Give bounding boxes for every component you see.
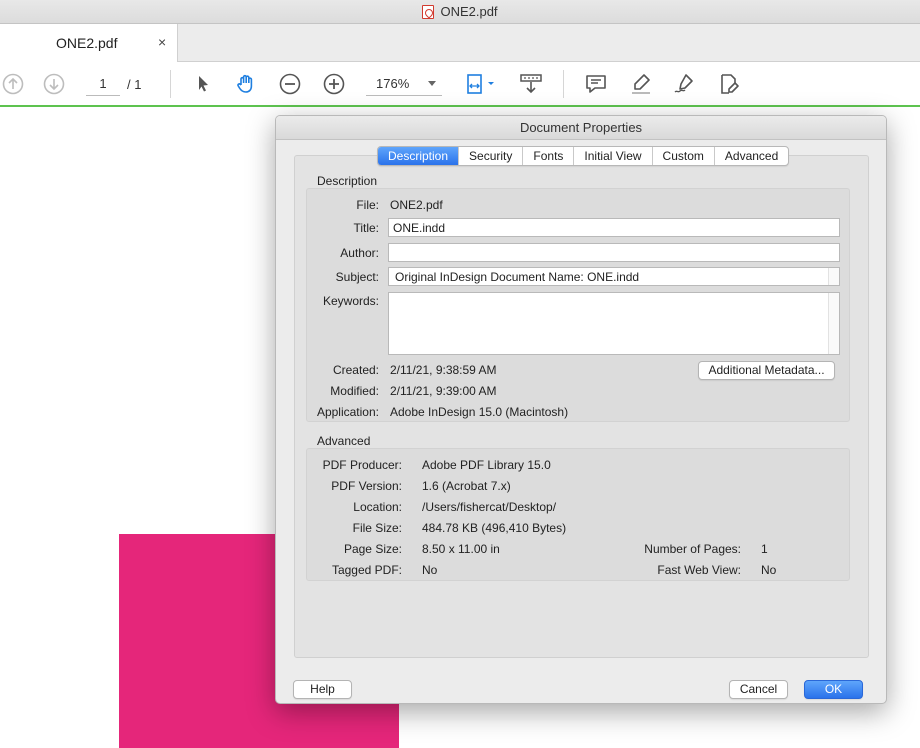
location-value: /Users/fishercat/Desktop/ (422, 500, 557, 514)
advanced-section-label: Advanced (317, 434, 371, 448)
location-label: Location: (353, 500, 402, 514)
author-label: Author: (340, 246, 379, 260)
created-label: Created: (332, 363, 379, 377)
subject-value: Original InDesign Document Name: ONE.ind… (395, 270, 640, 284)
fill-sign-icon[interactable] (716, 71, 742, 97)
tagged-pdf-label: Tagged PDF: (331, 563, 402, 577)
number-of-pages-label: Number of Pages: (644, 542, 741, 556)
tagged-pdf-value: No (422, 563, 438, 577)
tab-advanced[interactable]: Advanced (713, 147, 788, 165)
comment-icon[interactable] (583, 71, 609, 97)
author-field[interactable] (388, 243, 840, 262)
toolbar-divider (170, 70, 171, 98)
fast-web-view-label: Fast Web View: (657, 563, 741, 577)
application-value: Adobe InDesign 15.0 (Macintosh) (390, 405, 569, 419)
subject-label: Subject: (335, 270, 379, 284)
pdf-version-value: 1.6 (Acrobat 7.x) (422, 479, 511, 493)
title-label: Title: (353, 221, 379, 235)
subject-scrollbar[interactable] (828, 268, 839, 285)
fast-web-view-value: No (761, 563, 777, 577)
application-label: Application: (316, 405, 379, 419)
tab-security[interactable]: Security (458, 147, 522, 165)
pdf-producer-value: Adobe PDF Library 15.0 (422, 458, 551, 472)
document-tab-label: ONE2.pdf (56, 35, 118, 51)
zoom-out-icon[interactable] (277, 71, 303, 97)
tab-custom[interactable]: Custom (651, 147, 714, 165)
cancel-button[interactable]: Cancel (729, 680, 788, 699)
pdf-file-icon (422, 4, 435, 19)
tab-description[interactable]: Description (378, 147, 459, 165)
document-properties-dialog: Document Properties Description File: ON… (275, 115, 887, 704)
scrolling-mode-icon[interactable] (518, 71, 544, 97)
description-section-label: Description (317, 174, 378, 188)
number-of-pages-value: 1 (761, 542, 768, 556)
tab-panel: Description File: ONE2.pdf Title: Author… (294, 155, 869, 658)
toolbar: / 1 176% (0, 62, 920, 107)
modified-value: 2/11/21, 9:39:00 AM (390, 384, 497, 398)
file-size-label: File Size: (352, 521, 402, 535)
pdf-version-label: PDF Version: (331, 479, 402, 493)
file-value: ONE2.pdf (390, 198, 443, 212)
sign-icon[interactable] (671, 71, 697, 97)
zoom-level-value: 176% (376, 76, 410, 91)
select-tool-icon[interactable] (190, 71, 216, 97)
window-titlebar: ONE2.pdf (0, 0, 920, 24)
file-label: File: (356, 198, 379, 212)
tab-fonts[interactable]: Fonts (522, 147, 573, 165)
dialog-title: Document Properties (276, 116, 886, 140)
modified-label: Modified: (330, 384, 379, 398)
acrobat-window: ONE2.pdf ONE2.pdf × / 1 176% (0, 0, 920, 748)
keywords-label: Keywords: (322, 294, 379, 308)
document-tab[interactable]: ONE2.pdf × (0, 24, 178, 62)
ok-button[interactable]: OK (804, 680, 863, 699)
additional-metadata-button[interactable]: Additional Metadata... (698, 361, 835, 380)
zoom-in-icon[interactable] (321, 71, 347, 97)
title-field[interactable] (388, 218, 840, 237)
close-tab-icon[interactable]: × (158, 34, 166, 50)
highlight-icon[interactable] (628, 71, 654, 97)
page-total: / 1 (127, 77, 142, 92)
zoom-level-dropdown[interactable]: 176% (366, 72, 442, 96)
created-value: 2/11/21, 9:38:59 AM (390, 363, 497, 377)
tab-initial-view[interactable]: Initial View (573, 147, 651, 165)
advanced-group: PDF Producer: Adobe PDF Library 15.0 PDF… (306, 448, 850, 581)
hand-tool-icon[interactable] (233, 71, 259, 97)
pdf-producer-label: PDF Producer: (322, 458, 402, 472)
properties-tab-bar: Description Security Fonts Initial View … (377, 146, 790, 166)
page-size-value: 8.50 x 11.00 in (422, 542, 500, 556)
description-group: File: ONE2.pdf Title: Author: Subject: O… (306, 188, 850, 422)
keywords-scrollbar[interactable] (828, 293, 839, 354)
fit-page-icon[interactable] (462, 71, 498, 97)
next-page-icon[interactable] (41, 71, 67, 97)
toolbar-divider (563, 70, 564, 98)
chevron-down-icon (428, 81, 436, 86)
subject-field[interactable]: Original InDesign Document Name: ONE.ind… (388, 267, 840, 286)
page-number-input[interactable] (86, 72, 120, 96)
keywords-field[interactable] (388, 292, 840, 355)
window-title: ONE2.pdf (440, 4, 498, 19)
previous-page-icon[interactable] (0, 71, 26, 97)
page-size-label: Page Size: (343, 542, 402, 556)
file-size-value: 484.78 KB (496,410 Bytes) (422, 521, 567, 535)
document-tab-bar: ONE2.pdf × (0, 24, 920, 62)
help-button[interactable]: Help (293, 680, 352, 699)
